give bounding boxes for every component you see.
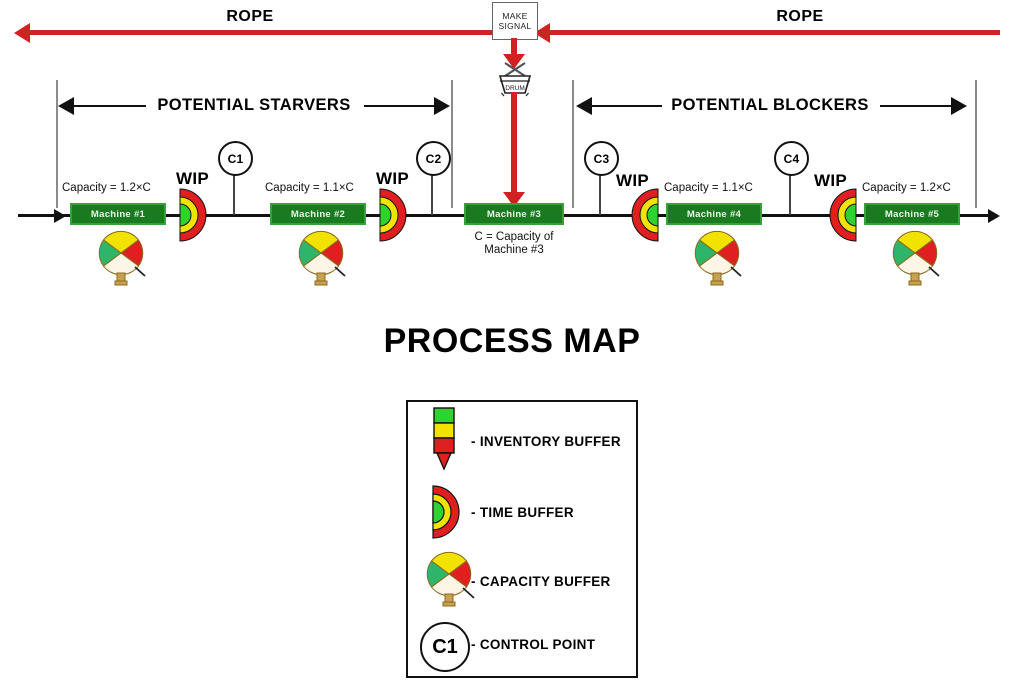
blockers-line-right (880, 105, 952, 107)
process-flow-entry-arrow (54, 209, 66, 223)
control-point-c1[interactable]: C1 (218, 141, 253, 176)
process-flow-exit-arrow (988, 209, 1000, 223)
page-title: PROCESS MAP (383, 322, 641, 360)
starvers-arrow-left (58, 97, 74, 115)
rope-label-right: ROPE (776, 8, 824, 25)
capacity-buffer-icon (892, 230, 940, 286)
drum-to-machine3-line (511, 92, 517, 196)
blockers-arrow-right (951, 97, 967, 115)
machine-2-capacity-label: Capacity = 1.1×C (265, 182, 354, 194)
machine-2-box[interactable]: Machine #2 (270, 203, 366, 225)
rope-arrow-left-head (14, 23, 30, 43)
control-point-c4-stem (789, 170, 791, 215)
starvers-line-right (364, 105, 435, 107)
machine-4-box[interactable]: Machine #4 (666, 203, 762, 225)
control-point-c2-stem (431, 170, 433, 215)
capacity-buffer-icon (98, 230, 146, 286)
machine-5-box[interactable]: Machine #5 (864, 203, 960, 225)
legend-label-time-buffer: - TIME BUFFER (471, 505, 574, 520)
capacity-buffer-icon (694, 230, 742, 286)
legend-label-inventory-buffer: - INVENTORY BUFFER (471, 434, 621, 449)
make-signal-box[interactable]: MAKE SIGNAL (492, 2, 538, 40)
control-point-c3-stem (599, 170, 601, 215)
machine-1-capacity-label: Capacity = 1.2×C (62, 182, 151, 194)
blockers-label: POTENTIAL BLOCKERS (671, 96, 869, 114)
blockers-arrow-left (576, 97, 592, 115)
capacity-buffer-icon (426, 551, 475, 607)
machine-5-capacity-label: Capacity = 1.2×C (862, 182, 951, 194)
starvers-bracket-tick-right (451, 80, 453, 208)
blockers-line-left (592, 105, 662, 107)
time-buffer-icon (179, 188, 207, 242)
constraint-note-line1: C = Capacity of (474, 231, 554, 243)
drum-label: DRUM (505, 85, 525, 92)
starvers-line-left (74, 105, 146, 107)
rope-label-left: ROPE (226, 8, 274, 25)
process-map-diagram: ROPE ROPE MAKE SIGNAL DRUM POTENTIAL STA… (0, 0, 1024, 691)
machine-4-capacity-label: Capacity = 1.1×C (664, 182, 753, 194)
make-signal-line2: SIGNAL (498, 21, 532, 31)
blockers-bracket-tick-right (975, 80, 977, 208)
starvers-label: POTENTIAL STARVERS (157, 96, 351, 114)
constraint-note-line2: Machine #3 (484, 244, 544, 256)
starvers-arrow-right (434, 97, 450, 115)
time-buffer-icon (631, 188, 659, 242)
control-point-c4[interactable]: C4 (774, 141, 809, 176)
control-point-c1-stem (233, 170, 235, 215)
make-signal-line1: MAKE (502, 11, 528, 21)
legend-label-capacity-buffer: - CAPACITY BUFFER (471, 574, 611, 589)
time-buffer-icon (432, 485, 460, 539)
constraint-note: C = Capacity of Machine #3 (444, 231, 584, 257)
control-point-c3[interactable]: C3 (584, 141, 619, 176)
capacity-buffer-icon (298, 230, 346, 286)
rope-line-right (536, 30, 1000, 35)
machine-1-box[interactable]: Machine #1 (70, 203, 166, 225)
time-buffer-icon (379, 188, 407, 242)
rope-line-left (29, 30, 494, 35)
blockers-bracket-tick-left (572, 80, 574, 208)
time-buffer-icon (829, 188, 857, 242)
legend-label-control-point: - CONTROL POINT (471, 637, 596, 652)
control-point-icon: C1 (420, 622, 470, 672)
inventory-buffer-icon (433, 407, 455, 471)
control-point-c2[interactable]: C2 (416, 141, 451, 176)
machine-3-box[interactable]: Machine #3 (464, 203, 564, 225)
